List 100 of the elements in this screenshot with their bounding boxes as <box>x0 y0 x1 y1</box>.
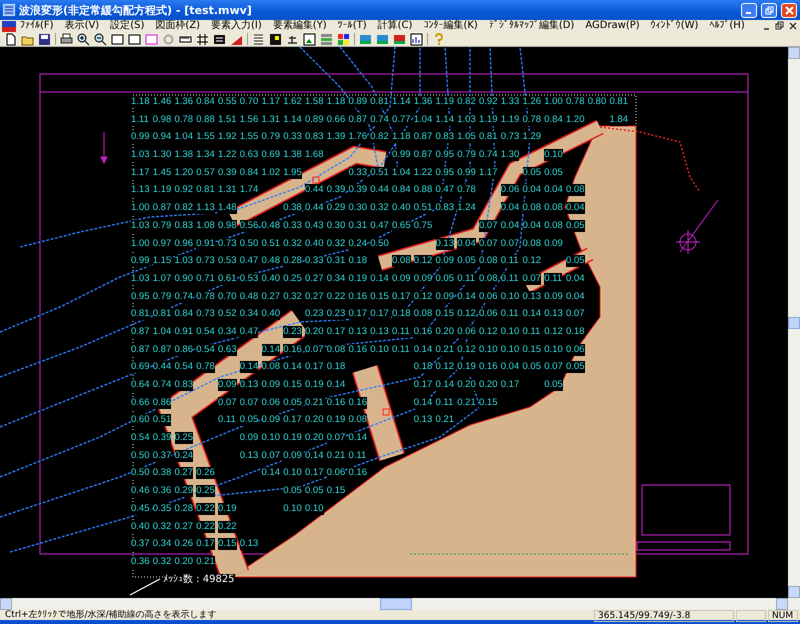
zoom-in-icon[interactable] <box>77 32 90 46</box>
depth-value: 0.37 <box>152 450 172 462</box>
depth-value: 1.03 <box>131 272 150 285</box>
close-button[interactable] <box>781 2 797 18</box>
depth-value: 0.95 <box>436 149 454 162</box>
picture-icon[interactable] <box>303 32 316 46</box>
depth-value: 0.18 <box>566 326 584 338</box>
depth-value: 0.22 <box>196 520 215 532</box>
menu-item[interactable]: 計算(C) <box>374 20 420 32</box>
frame-icon[interactable] <box>111 32 124 46</box>
map-icon[interactable] <box>359 32 372 46</box>
depth-value: 0.09 <box>436 290 454 303</box>
menu-item[interactable]: ﾂｰﾙ(T) <box>334 20 374 32</box>
rows-icon[interactable] <box>320 32 333 46</box>
depth-value: 0.60 <box>131 414 150 426</box>
depth-value: 0.06 <box>500 184 520 196</box>
depth-value: 0.74 <box>479 149 498 162</box>
depth-value: 0.78 <box>457 184 476 196</box>
depth-value: 0.86 <box>174 344 193 356</box>
save-icon[interactable] <box>38 32 51 46</box>
vertical-scrollbar[interactable] <box>788 47 800 598</box>
depth-value: 0.13 <box>240 538 258 550</box>
menu-item[interactable]: AGDraw(P) <box>581 20 647 32</box>
map-icon[interactable] <box>376 32 389 46</box>
depth-value: 0.73 <box>218 238 236 250</box>
palette-icon[interactable] <box>337 32 350 46</box>
menu-item[interactable]: ﾃﾞｼﾞﾀﾙﾏｯﾌﾟ編集(D) <box>484 20 582 32</box>
depth-value: 1.11 <box>131 114 149 126</box>
menu-item[interactable]: ﾍﾙﾌﾟ(H) <box>705 20 752 32</box>
depth-value: 0.19 <box>457 361 476 374</box>
depth-value: 1.13 <box>196 202 215 214</box>
depth-value: 0.50 <box>131 450 150 462</box>
grid-icon[interactable] <box>196 32 209 46</box>
restore-button[interactable] <box>761 2 777 18</box>
frame-icon[interactable] <box>128 32 141 46</box>
menu-item[interactable]: ｺﾝﾀｰ編集(K) <box>419 20 485 32</box>
depth-value: 0.64 <box>131 379 150 391</box>
num-lock-indicator: NUM <box>768 610 798 622</box>
chart-icon[interactable] <box>410 32 423 46</box>
depth-value: 0.14 <box>414 396 432 409</box>
depth-value: 0.06 <box>479 290 498 303</box>
depth-value: 0.16 <box>348 396 367 409</box>
depth-value: 0.15 <box>326 485 346 498</box>
depth-value: 0.09 <box>436 255 454 268</box>
layer-icon[interactable] <box>269 32 282 46</box>
document-icon[interactable] <box>2 20 16 32</box>
depth-value: 0.99 <box>131 131 150 144</box>
depth-value: 0.10 <box>544 149 563 162</box>
compass-icon <box>676 200 718 254</box>
depth-value: 0.78 <box>196 361 215 374</box>
depth-value: 0.81 <box>479 131 498 144</box>
depth-value: 1.76 <box>348 131 367 144</box>
printer-icon[interactable] <box>60 32 73 46</box>
depth-value: 0.50 <box>131 467 150 480</box>
depth-value: 1.17 <box>479 166 498 179</box>
depth-value: 0.17 <box>196 538 215 550</box>
label-icon[interactable] <box>213 32 226 46</box>
menu-item[interactable]: 要素編集(Y) <box>268 20 334 32</box>
menu-item[interactable]: 要素入力(I) <box>207 20 269 32</box>
depth-value: 0.05 <box>566 220 584 232</box>
depth-value: 0.11 <box>500 255 519 268</box>
menu-item[interactable]: ﾌｧｲﾙ(F) <box>16 20 61 32</box>
depth-value: 0.87 <box>131 326 150 338</box>
depth-value: 0.82 <box>457 96 476 108</box>
depth-value: 0.14 <box>240 361 258 374</box>
depth-value: 0.12 <box>457 344 476 356</box>
depth-value: 0.48 <box>262 255 280 268</box>
menu-item[interactable]: 図面枠(Z) <box>151 20 208 32</box>
depth-value: 0.08 <box>522 202 541 214</box>
depth-value: 0.99 <box>457 166 476 179</box>
menu-item[interactable]: 表示(V) <box>60 20 106 32</box>
depth-value: 0.05 <box>566 361 584 374</box>
depth-value: 0.97 <box>152 238 172 250</box>
depth-value: 0.24 <box>174 450 193 462</box>
depth-value: 1.74 <box>240 184 258 196</box>
map-icon[interactable] <box>393 32 406 46</box>
depth-value: 0.15 <box>218 538 236 550</box>
depth-value: 0.56 <box>240 220 258 232</box>
depth-value: 0.92 <box>479 96 498 108</box>
depth-value: 0.08 <box>566 184 584 196</box>
close-icon[interactable] <box>788 21 798 31</box>
depth-value: 0.27 <box>174 467 193 480</box>
depth-value: 0.81 <box>131 308 150 320</box>
list-icon[interactable] <box>252 32 265 46</box>
depth-value: 0.07 <box>479 238 498 250</box>
menu-item[interactable]: ｳｨﾝﾄﾞｳ(W) <box>646 20 706 32</box>
depth-value: 1.13 <box>131 184 150 196</box>
depth-value: 0.08 <box>522 238 541 250</box>
depth-value: 1.24 <box>457 202 476 214</box>
minimize-button[interactable] <box>741 2 757 18</box>
zoom-out-icon[interactable] <box>94 32 107 46</box>
horizontal-scrollbar[interactable] <box>0 598 800 610</box>
depth-value: 0.87 <box>348 114 367 126</box>
depth-value: 0.51 <box>414 202 432 214</box>
menu-item[interactable]: 設定(S) <box>106 20 152 32</box>
depth-value: 0.08 <box>479 272 498 285</box>
depth-value: 0.22 <box>218 520 236 532</box>
depth-value: 0.16 <box>283 344 302 356</box>
depth-value: 0.16 <box>414 326 432 338</box>
depth-value: 0.51 <box>152 414 172 426</box>
